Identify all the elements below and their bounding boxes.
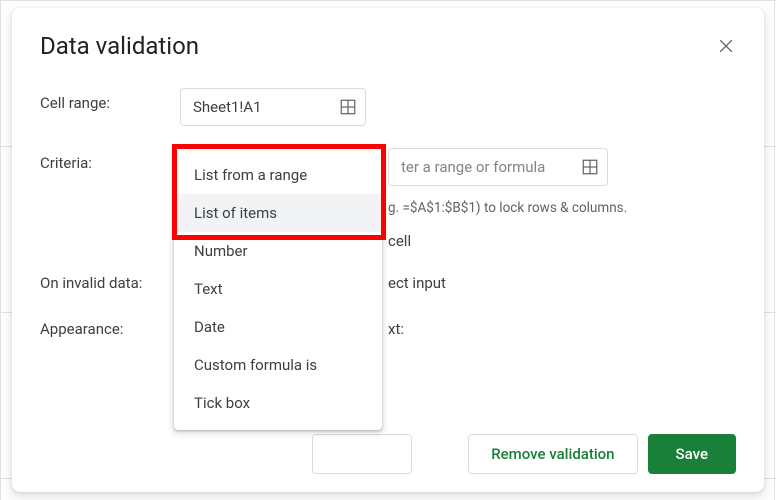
cell-range-label: Cell range: xyxy=(40,88,180,112)
save-button[interactable]: Save xyxy=(648,434,736,474)
cancel-button-obscured[interactable] xyxy=(312,434,412,474)
invalid-data-fragment: ect input xyxy=(388,274,446,292)
remove-validation-button[interactable]: Remove validation xyxy=(468,434,637,474)
hint-text-fragment: g. =$A$1:$B$1) to lock rows & columns. xyxy=(388,200,736,216)
menu-item-number[interactable]: Number xyxy=(174,232,382,270)
menu-item-text[interactable]: Text xyxy=(174,270,382,308)
range-placeholder-fragment: ter a range or formula xyxy=(401,158,545,176)
criteria-label: Criteria: xyxy=(40,148,180,172)
dropdown-cell-fragment: cell xyxy=(388,232,736,250)
menu-item-list-of-items[interactable]: List of items xyxy=(174,194,382,232)
select-range-icon[interactable] xyxy=(339,98,357,116)
select-range-icon[interactable] xyxy=(581,158,599,176)
menu-item-custom-formula[interactable]: Custom formula is xyxy=(174,346,382,384)
criteria-range-input[interactable]: ter a range or formula xyxy=(388,148,608,186)
close-icon[interactable] xyxy=(716,36,736,56)
dialog-title: Data validation xyxy=(40,32,199,60)
invalid-data-label: On invalid data: xyxy=(40,274,180,292)
criteria-dropdown-menu: List from a range List of items Number T… xyxy=(174,148,382,430)
cell-range-input[interactable]: Sheet1!A1 xyxy=(180,88,366,126)
appearance-label: Appearance: xyxy=(40,320,180,338)
data-validation-dialog: Data validation Cell range: Sheet1!A1 Cr… xyxy=(12,8,764,492)
menu-item-tick-box[interactable]: Tick box xyxy=(174,384,382,422)
cell-range-value: Sheet1!A1 xyxy=(193,98,262,116)
menu-item-date[interactable]: Date xyxy=(174,308,382,346)
appearance-fragment: xt: xyxy=(388,320,404,338)
menu-item-list-from-range[interactable]: List from a range xyxy=(174,156,382,194)
